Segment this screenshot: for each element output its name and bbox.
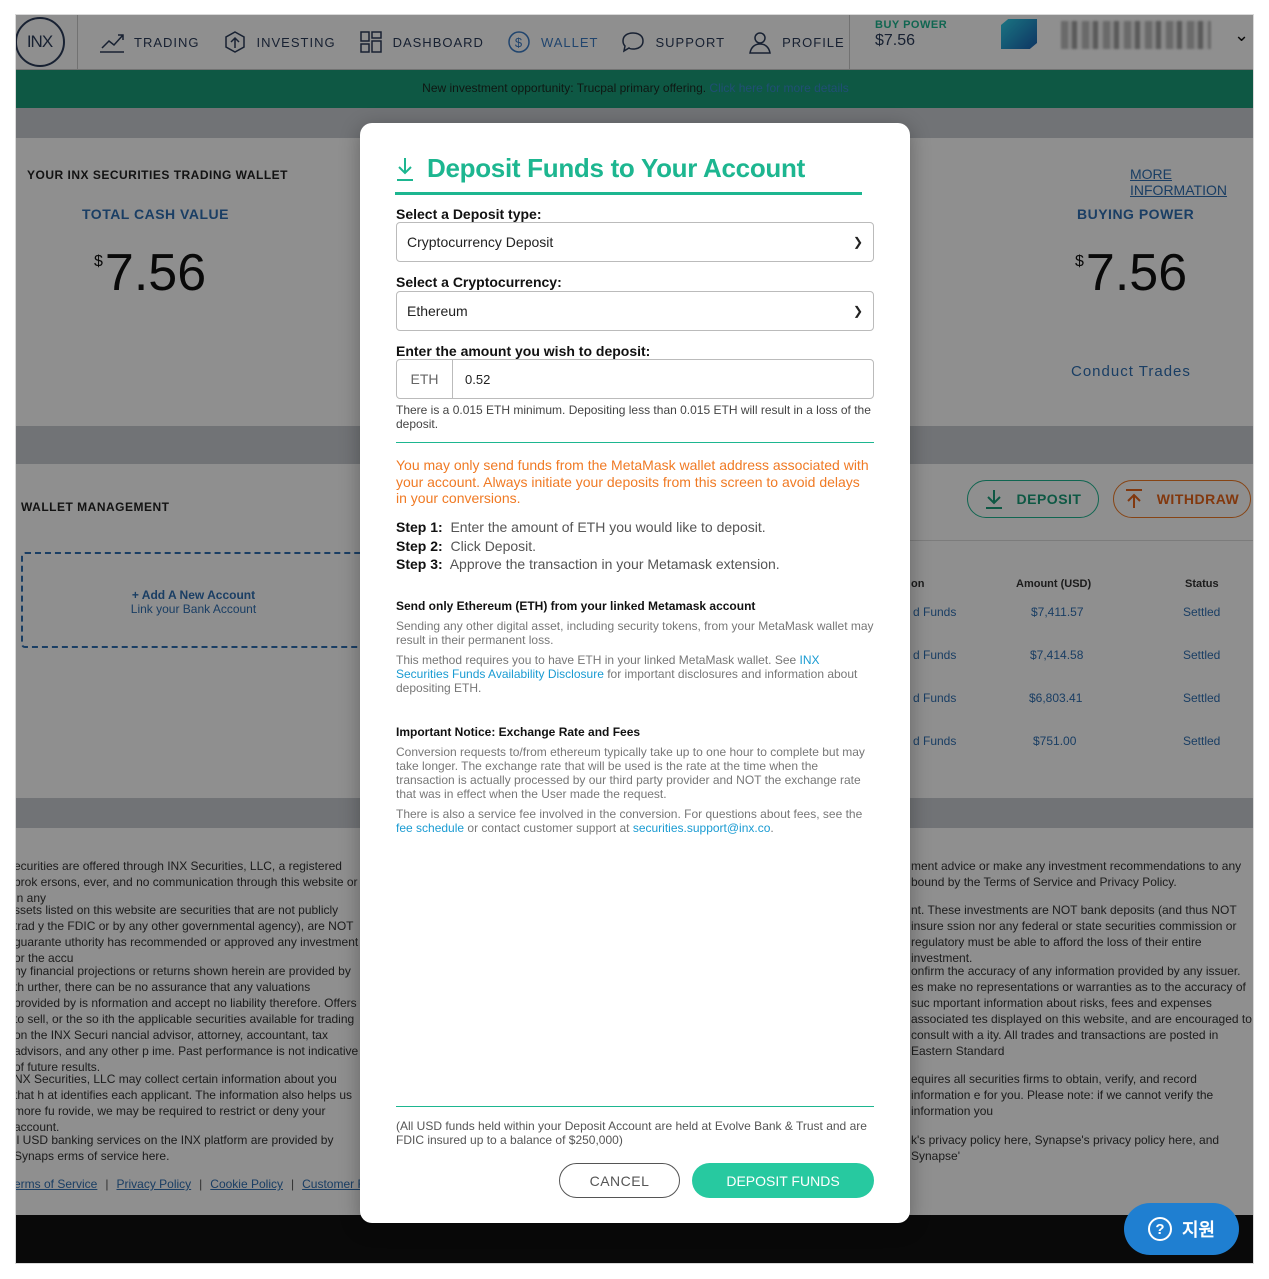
step-1: Step 1: Enter the amount of ETH you woul… bbox=[396, 519, 766, 535]
question-icon: ? bbox=[1147, 1217, 1172, 1241]
send-p2-a: This method requires you to have ETH in … bbox=[396, 653, 797, 667]
cancel-button[interactable]: CANCEL bbox=[559, 1163, 680, 1198]
help-button-label: 지원 bbox=[1181, 1220, 1216, 1240]
step-2-text: Click Deposit. bbox=[450, 538, 537, 554]
step-2: Step 2: Click Deposit. bbox=[396, 538, 536, 554]
metamask-warning: You may only send funds from the MetaMas… bbox=[396, 457, 869, 506]
step-3-text: Approve the transaction in your Metamask… bbox=[449, 556, 780, 572]
support-email-link[interactable]: securities.support@inx.co bbox=[633, 821, 771, 835]
step-2-label: Step 2: bbox=[396, 538, 443, 554]
step-1-text: Enter the amount of ETH you would like t… bbox=[450, 519, 766, 535]
modal-title: Deposit Funds to Your Account bbox=[427, 153, 805, 183]
step-3: Step 3: Approve the transaction in your … bbox=[396, 556, 780, 572]
download-icon bbox=[397, 157, 413, 181]
notice-heading: Important Notice: Exchange Rate and Fees bbox=[396, 725, 641, 739]
send-heading: Send only Ethereum (ETH) from your linke… bbox=[396, 599, 756, 613]
crypto-value: Ethereum bbox=[407, 303, 468, 319]
amount-label: Enter the amount you wish to deposit: bbox=[396, 343, 651, 359]
modal-header: Deposit Funds to Your Account bbox=[395, 145, 862, 195]
chevron-down-icon: ❯ bbox=[852, 235, 863, 249]
notice-p2-b: or contact customer support at bbox=[467, 821, 630, 835]
deposit-funds-button[interactable]: DEPOSIT FUNDS bbox=[692, 1163, 874, 1198]
step-3-label: Step 3: bbox=[396, 556, 443, 572]
deposit-type-select[interactable]: Cryptocurrency Deposit ❯ bbox=[396, 222, 874, 262]
minimum-note: There is a 0.015 ETH minimum. Depositing… bbox=[396, 403, 871, 431]
notice-p2-a: There is also a service fee involved in … bbox=[396, 807, 863, 821]
chevron-down-icon: ❯ bbox=[852, 304, 863, 318]
help-button[interactable]: ? 지원 bbox=[1124, 1203, 1239, 1255]
deposit-modal: Deposit Funds to Your Account Select a D… bbox=[360, 123, 910, 1223]
fdic-note: (All USD funds held within your Deposit … bbox=[396, 1119, 867, 1147]
deposit-type-value: Cryptocurrency Deposit bbox=[407, 234, 554, 250]
amount-value[interactable]: 0.52 bbox=[453, 360, 490, 398]
send-p1: Sending any other digital asset, includi… bbox=[396, 619, 874, 647]
crypto-label: Select a Cryptocurrency: bbox=[396, 274, 562, 290]
deposit-type-label: Select a Deposit type: bbox=[396, 206, 542, 222]
amount-input[interactable]: ETH 0.52 bbox=[396, 359, 874, 399]
notice-p2: There is also a service fee involved in … bbox=[396, 807, 874, 835]
crypto-select[interactable]: Ethereum ❯ bbox=[396, 291, 874, 331]
divider bbox=[396, 442, 874, 443]
fee-schedule-link[interactable]: fee schedule bbox=[396, 821, 464, 835]
send-p2: This method requires you to have ETH in … bbox=[396, 653, 874, 695]
notice-p2-end: . bbox=[770, 821, 774, 835]
amount-prefix: ETH bbox=[397, 360, 453, 398]
divider bbox=[396, 1106, 874, 1107]
step-1-label: Step 1: bbox=[396, 519, 443, 535]
notice-p1: Conversion requests to/from ethereum typ… bbox=[396, 745, 865, 801]
